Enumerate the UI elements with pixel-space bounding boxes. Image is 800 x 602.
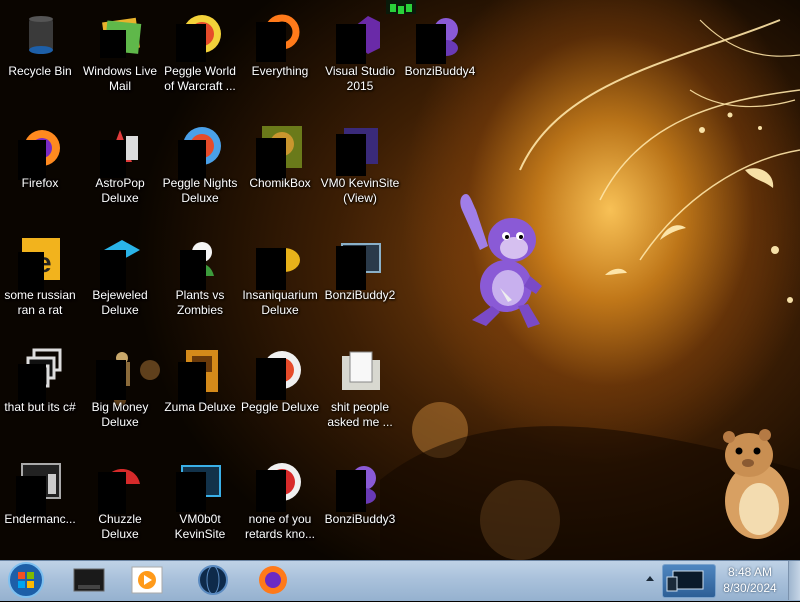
redaction-box xyxy=(256,470,286,512)
taskbar-pinned-media-player[interactable] xyxy=(122,563,172,597)
clock-date[interactable]: 8/30/2024 xyxy=(720,581,780,595)
icon-label: Firefox xyxy=(21,176,59,190)
desktop-icon-big-money[interactable]: Big Money Deluxe xyxy=(80,344,160,444)
icon-label: Peggle Deluxe xyxy=(240,400,320,414)
taskbar-pinned-firefox[interactable] xyxy=(248,563,298,597)
redaction-box xyxy=(98,472,126,514)
icon-label: VM0 KevinSite (View) xyxy=(320,176,400,205)
media-player-icon xyxy=(131,566,163,594)
taskbar-pinned-window-manager[interactable] xyxy=(64,563,114,597)
show-desktop-button[interactable] xyxy=(788,561,800,600)
icon-label: Recycle Bin xyxy=(8,64,72,78)
redaction-box xyxy=(100,250,126,290)
desktop-icon-zuma[interactable]: Zuma Deluxe xyxy=(160,344,240,444)
redaction-box xyxy=(256,358,286,400)
redaction-box xyxy=(256,248,286,290)
desktop-icon-everything[interactable]: Everything xyxy=(240,8,320,108)
desktop-icon-bejeweled[interactable]: Bejeweled Deluxe xyxy=(80,232,160,332)
desktop-icon-visual-studio[interactable]: Visual Studio 2015 xyxy=(320,8,400,108)
icon-label: Big Money Deluxe xyxy=(91,400,149,429)
clock-time[interactable]: 8:48 AM xyxy=(720,565,780,579)
redaction-box xyxy=(100,140,126,178)
desktop-icon-bonzibuddy4[interactable]: BonziBuddy4 xyxy=(400,8,480,108)
icon-label: AstroPop Deluxe xyxy=(95,176,145,205)
redaction-box xyxy=(180,250,206,290)
icon-label: Chuzzle Deluxe xyxy=(98,512,142,541)
redaction-box xyxy=(176,472,206,512)
icon-label: ChomikBox xyxy=(249,176,311,190)
desktop-icon-peggle-nights[interactable]: Peggle Nights Deluxe xyxy=(160,120,240,220)
desktop-icon-firefox[interactable]: Firefox xyxy=(0,120,80,220)
desktop-icon-vm0-kevinsite-view[interactable]: VM0 KevinSite (View) xyxy=(320,120,400,220)
folder-icon xyxy=(342,351,380,390)
desktop-icon-bonzibuddy3[interactable]: BonziBuddy3 xyxy=(320,456,400,556)
redaction-box xyxy=(16,476,46,516)
redaction-box xyxy=(336,24,366,64)
desktop-icon-peggle-deluxe[interactable]: Peggle Deluxe xyxy=(240,344,320,444)
desktop[interactable]: Recycle Bin Firefox e some russian ran a… xyxy=(0,0,800,560)
redaction-box xyxy=(96,360,126,400)
icon-label: BonziBuddy3 xyxy=(324,512,396,526)
icon-label: shit people asked me ... xyxy=(327,400,393,429)
redaction-box xyxy=(336,134,366,176)
redaction-box xyxy=(100,30,126,58)
icon-label: Zuma Deluxe xyxy=(164,400,236,414)
desktop-icon-endermanch[interactable]: Endermanc... xyxy=(0,456,80,556)
redaction-box xyxy=(256,22,286,62)
partial-window-edge xyxy=(386,0,416,14)
icon-label: Insaniquarium Deluxe xyxy=(242,288,318,317)
bonzibuddy-character[interactable] xyxy=(452,190,544,332)
hamster-character[interactable] xyxy=(715,425,795,543)
desktop-icon-chuzzle[interactable]: Chuzzle Deluxe xyxy=(80,456,160,556)
recycle-bin-icon xyxy=(29,16,53,54)
desktop-icon-windows-live-mail[interactable]: Windows Live Mail xyxy=(80,8,160,108)
redaction-box xyxy=(178,140,206,180)
desktop-icon-peggle-wow[interactable]: Peggle World of Warcraft ... xyxy=(160,8,240,108)
firefox-icon xyxy=(259,566,287,594)
desktop-icon-none-of-you[interactable]: none of you retards kno... xyxy=(240,456,320,556)
icon-label: none of you retards kno... xyxy=(244,512,316,541)
tray-network-icon[interactable] xyxy=(662,564,716,598)
icon-label: Bejeweled Deluxe xyxy=(92,288,148,317)
desktop-icon-chomikbox[interactable]: ChomikBox xyxy=(240,120,320,220)
icon-label: Peggle Nights Deluxe xyxy=(162,176,238,205)
redaction-box xyxy=(18,364,46,404)
icon-label: BonziBuddy2 xyxy=(324,288,396,302)
icon-label: Windows Live Mail xyxy=(82,64,158,93)
desktop-icon-that-but-c-sharp[interactable]: that but its c# xyxy=(0,344,80,444)
desktop-icon-plants-vs-zombies[interactable]: Plants vs Zombies xyxy=(160,232,240,332)
redaction-box xyxy=(256,138,286,180)
globe-icon xyxy=(198,565,228,595)
icon-label: BonziBuddy4 xyxy=(404,64,476,78)
desktop-icon-bonzibuddy2[interactable]: BonziBuddy2 xyxy=(320,232,400,332)
icon-label: Everything xyxy=(251,64,309,78)
redaction-box xyxy=(176,24,206,62)
taskbar-pinned-globe[interactable] xyxy=(188,563,238,597)
redaction-box xyxy=(18,140,46,180)
start-button[interactable] xyxy=(6,561,46,599)
redaction-box xyxy=(336,470,366,512)
redaction-box xyxy=(18,252,44,292)
icon-label: Peggle World of Warcraft ... xyxy=(164,64,236,93)
desktop-icon-folder[interactable]: shit people asked me ... xyxy=(320,344,400,444)
network-monitor-icon xyxy=(666,570,704,592)
desktop-icon-astropop[interactable]: AstroPop Deluxe xyxy=(80,120,160,220)
icon-label: Endermanc... xyxy=(4,512,76,526)
icon-label: VM0b0t KevinSite xyxy=(174,512,226,541)
redaction-box xyxy=(178,362,206,404)
icon-label: that but its c# xyxy=(4,400,76,414)
redaction-box xyxy=(416,24,446,64)
redaction-box xyxy=(336,246,366,290)
desktop-icon-some-russian[interactable]: e some russian ran a rat xyxy=(0,232,80,332)
icon-label: Plants vs Zombies xyxy=(175,288,225,317)
icon-label: some russian ran a rat xyxy=(4,288,76,317)
desktop-icon-insaniquarium[interactable]: Insaniquarium Deluxe xyxy=(240,232,320,332)
show-hidden-icons-arrow[interactable] xyxy=(644,572,656,586)
icon-label: Visual Studio 2015 xyxy=(325,64,395,93)
window-manager-icon xyxy=(73,568,105,592)
desktop-icon-vm0b0t[interactable]: VM0b0t KevinSite xyxy=(160,456,240,556)
desktop-icon-recycle-bin[interactable]: Recycle Bin xyxy=(0,8,80,108)
